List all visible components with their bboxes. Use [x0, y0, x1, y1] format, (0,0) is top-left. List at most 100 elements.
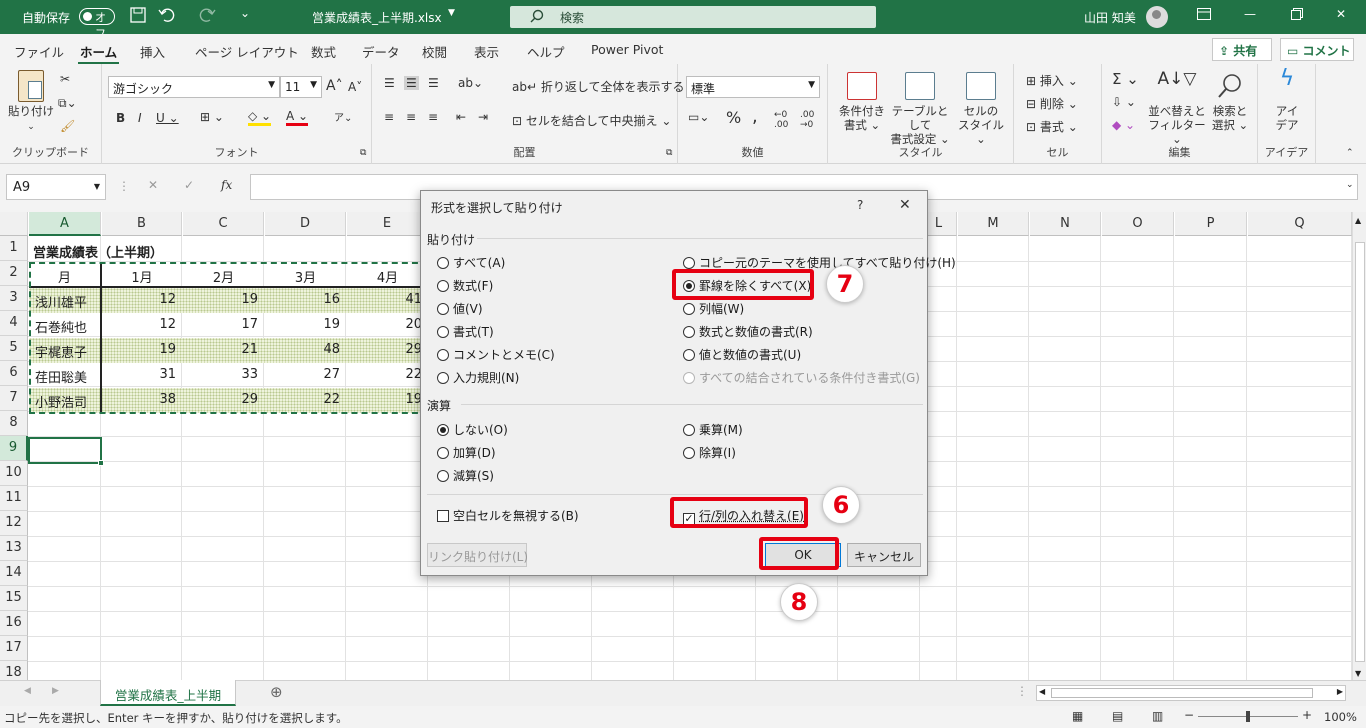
font-name-select[interactable]: 游ゴシック ▼ — [108, 76, 280, 98]
filename-dropdown-icon[interactable]: ▼ — [448, 8, 455, 18]
increase-font-icon[interactable]: A˄ — [326, 78, 343, 94]
customize-qat-icon[interactable]: ⌄ — [240, 6, 250, 20]
page-break-view-icon[interactable]: ▥ — [1152, 709, 1163, 723]
horizontal-scrollbar[interactable]: ◀ ▶ — [1036, 685, 1346, 701]
paste-option[interactable]: 値(V) — [437, 300, 483, 317]
value-cell[interactable]: 29 — [183, 388, 264, 413]
scroll-left-icon[interactable]: ◀ — [1039, 687, 1045, 696]
value-cell[interactable]: 29 — [347, 338, 428, 363]
paste-button[interactable]: 貼り付け ⌄ — [6, 70, 56, 134]
paste-link-button[interactable]: リンク貼り付け(L) — [427, 543, 528, 567]
name-cell[interactable]: 宇梶恵子 — [29, 338, 100, 363]
file-name[interactable]: 営業成績表_上半期.xlsx — [312, 9, 442, 26]
tab-insert[interactable]: 挿入 — [140, 42, 165, 61]
column-header-a[interactable]: A — [29, 212, 101, 236]
row-header-7[interactable]: 7 — [0, 386, 28, 411]
name-cell[interactable]: 荏田聡美 — [29, 363, 100, 388]
name-cell[interactable]: 小野浩司 — [29, 388, 100, 413]
decrease-indent-icon[interactable]: ⇤ — [456, 110, 466, 124]
value-cell[interactable]: 27 — [265, 363, 346, 388]
column-header-d[interactable]: D — [265, 212, 346, 236]
align-right-icon[interactable]: ≡ — [428, 110, 438, 124]
decrease-font-icon[interactable]: A˅ — [348, 80, 362, 94]
row-header-1[interactable]: 1 — [0, 236, 28, 261]
tab-help[interactable]: ヘルプ — [527, 42, 565, 61]
value-cell[interactable]: 19 — [102, 338, 182, 363]
value-cell[interactable]: 19 — [347, 388, 428, 413]
save-icon[interactable] — [130, 7, 146, 23]
value-cell[interactable]: 22 — [265, 388, 346, 413]
sheet-title-cell[interactable]: 営業成績表（上半期） — [33, 238, 163, 263]
value-cell[interactable]: 41 — [347, 288, 428, 313]
row-header-11[interactable]: 11 — [0, 486, 28, 511]
value-cell[interactable]: 38 — [102, 388, 182, 413]
skip-blanks-checkbox[interactable]: 空白セルを無視する(B) — [437, 507, 579, 524]
cancel-entry-icon[interactable]: ✕ — [148, 178, 158, 192]
conditional-formatting-button[interactable]: 条件付き 書式 ⌄ — [834, 72, 890, 132]
align-top-icon[interactable]: ☰ — [384, 76, 395, 90]
share-button[interactable]: ⇪ 共有 — [1212, 38, 1272, 61]
name-box[interactable]: A9 ▼ — [6, 174, 106, 200]
row-header-14[interactable]: 14 — [0, 561, 28, 586]
wrap-text-button[interactable]: ab↵ 折り返して全体を表示する — [512, 78, 685, 95]
tab-data[interactable]: データ — [362, 42, 400, 61]
autosum-icon[interactable]: Σ ⌄ — [1112, 70, 1139, 88]
header-cell-feb[interactable]: 2月 — [183, 263, 264, 288]
vertical-scrollbar[interactable]: ▲ ▼ — [1352, 212, 1366, 680]
tab-file[interactable]: ファイル — [14, 42, 64, 61]
merge-center-button[interactable]: ⊡ セルを結合して中央揃え ⌄ — [512, 112, 671, 129]
value-cell[interactable]: 33 — [183, 363, 264, 388]
page-layout-view-icon[interactable]: ▤ — [1112, 709, 1123, 723]
collapse-ribbon-icon[interactable]: ⌃ — [1346, 148, 1354, 158]
fill-handle[interactable] — [98, 460, 104, 466]
increase-indent-icon[interactable]: ⇥ — [478, 110, 488, 124]
value-cell[interactable]: 12 — [102, 313, 182, 338]
autosave-toggle[interactable]: オフ — [79, 8, 115, 40]
paste-option[interactable]: 数式と数値の書式(R) — [683, 323, 813, 340]
row-header-12[interactable]: 12 — [0, 511, 28, 536]
row-header-5[interactable]: 5 — [0, 336, 28, 361]
row-header-6[interactable]: 6 — [0, 361, 28, 386]
column-header-q[interactable]: Q — [1248, 212, 1352, 236]
value-cell[interactable]: 17 — [183, 313, 264, 338]
tab-review[interactable]: 校閲 — [422, 42, 447, 61]
number-format-select[interactable]: 標準 ▼ — [686, 76, 820, 98]
tab-home[interactable]: ホーム — [77, 42, 120, 65]
cancel-button[interactable]: キャンセル — [847, 543, 921, 567]
tab-page-layout[interactable]: ページ レイアウト — [195, 42, 299, 61]
search-box[interactable]: 検索 — [510, 6, 876, 28]
restore-icon[interactable] — [1291, 8, 1303, 20]
header-cell-apr[interactable]: 4月 — [347, 263, 428, 288]
add-sheet-icon[interactable]: ⊕ — [270, 683, 283, 701]
percent-icon[interactable]: % — [726, 108, 741, 127]
select-all-corner[interactable] — [0, 212, 28, 236]
row-header-16[interactable]: 16 — [0, 611, 28, 636]
currency-icon[interactable]: ▭⌄ — [688, 110, 709, 124]
column-header-n[interactable]: N — [1030, 212, 1101, 236]
delete-cells-button[interactable]: ⊟ 削除 ⌄ — [1026, 95, 1078, 112]
cut-icon[interactable]: ✂ — [60, 72, 70, 86]
confirm-entry-icon[interactable]: ✓ — [184, 178, 194, 192]
operation-option[interactable]: しない(O) — [437, 421, 508, 438]
paste-option[interactable]: すべて(A) — [437, 254, 505, 271]
dialog-close-button[interactable]: ✕ — [899, 197, 911, 213]
paste-option[interactable]: 列幅(W) — [683, 300, 744, 317]
ribbon-display-icon[interactable] — [1197, 8, 1211, 20]
comment-button[interactable]: ▭ コメント — [1280, 38, 1354, 61]
fill-color-icon[interactable]: ◇ ⌄ — [248, 109, 272, 126]
column-header-p[interactable]: P — [1175, 212, 1247, 236]
font-size-select[interactable]: 11 ▼ — [280, 76, 322, 98]
tab-view[interactable]: 表示 — [474, 42, 499, 61]
italic-icon[interactable]: I — [138, 111, 142, 125]
tab-power-pivot[interactable]: Power Pivot — [591, 42, 663, 57]
dialog-help-button[interactable]: ? — [857, 198, 863, 212]
header-cell-month[interactable]: 月 — [29, 263, 100, 288]
operation-option[interactable]: 加算(D) — [437, 444, 496, 461]
undo-icon[interactable] — [158, 7, 178, 23]
vertical-scroll-thumb[interactable] — [1355, 242, 1365, 662]
row-header-8[interactable]: 8 — [0, 411, 28, 436]
zoom-out-icon[interactable]: − — [1184, 708, 1194, 722]
value-cell[interactable]: 31 — [102, 363, 182, 388]
minimize-icon[interactable]: — — [1244, 7, 1256, 21]
column-header-m[interactable]: M — [958, 212, 1029, 236]
